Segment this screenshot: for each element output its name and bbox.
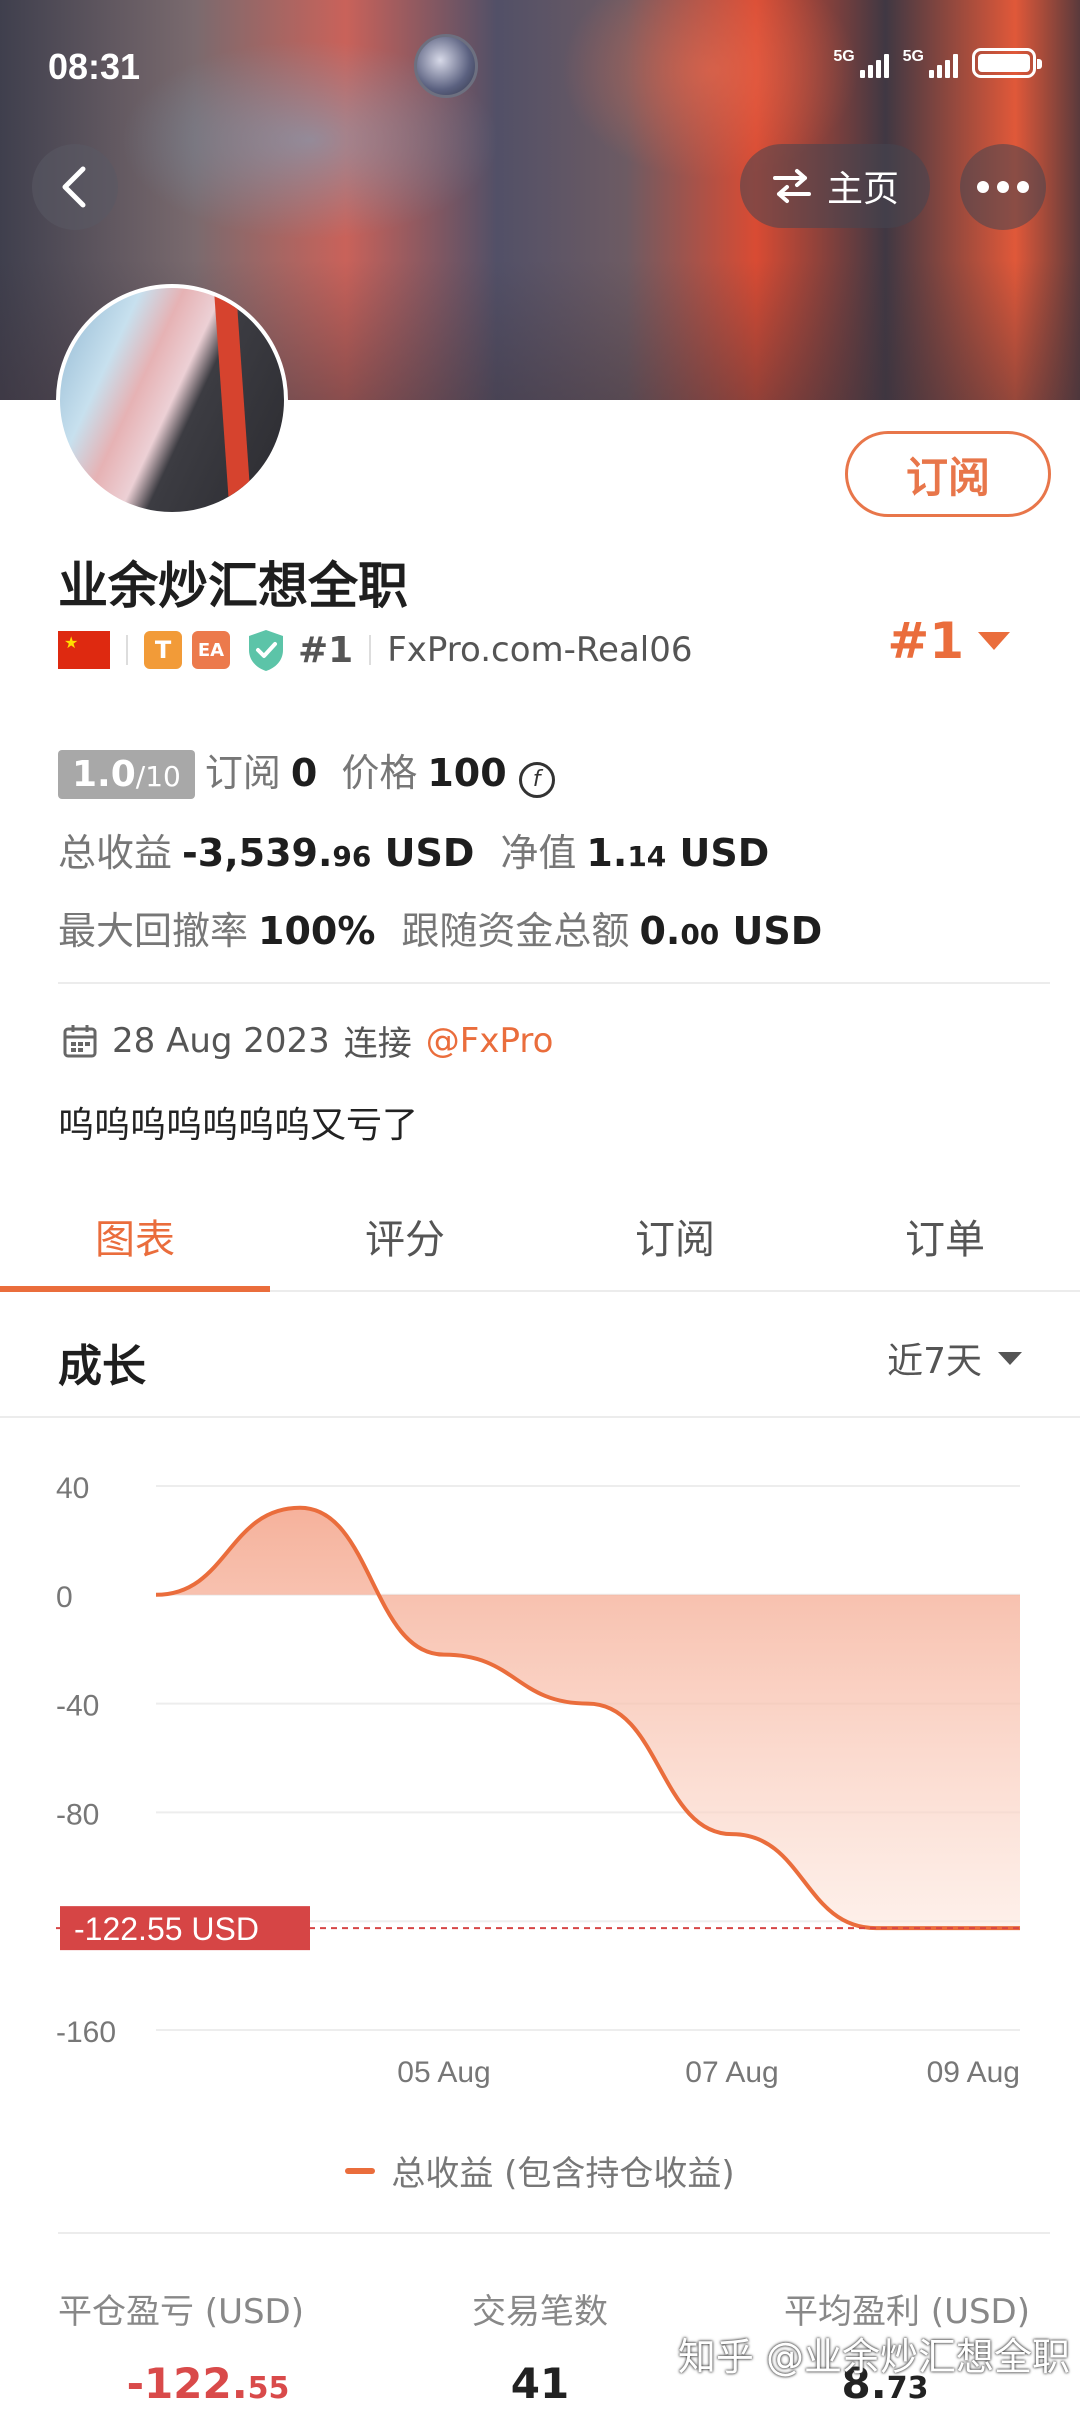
x-tick-label: 05 Aug xyxy=(397,2056,490,2089)
y-tick-label: 40 xyxy=(56,1472,89,1505)
chart-svg: 40 0 -40 -80 -160 -122.55 USD 05 Aug 07 Aug 09 A… xyxy=(56,1472,1021,2089)
signal-label: 5G xyxy=(833,48,855,65)
subscribe-button[interactable]: 订阅 xyxy=(845,431,1051,517)
summary-value: -122.55 xyxy=(126,2359,290,2408)
section-title: 成长 xyxy=(58,1341,146,1392)
connect-date: 28 Aug 2023 xyxy=(112,1020,330,1061)
price-label: 价格 xyxy=(341,751,418,795)
follow-funds-value: 0.00 USD xyxy=(639,909,823,953)
status-avatar-icon xyxy=(414,34,478,98)
calendar-icon xyxy=(63,1024,97,1057)
divider xyxy=(58,982,1050,984)
connect-label: 连接 xyxy=(343,1024,412,1064)
back-button[interactable] xyxy=(32,144,118,230)
home-label: 主页 xyxy=(826,169,899,210)
divider xyxy=(58,2232,1050,2234)
ea-badge: EA xyxy=(192,631,230,669)
swap-icon xyxy=(772,169,811,203)
price-value: 100 xyxy=(427,751,507,795)
y-tick-label: -160 xyxy=(56,2016,116,2049)
rank-dropdown[interactable]: #1 xyxy=(887,612,1010,670)
legend-label: 总收益 (包含持仓收益) xyxy=(391,2154,735,2194)
user-bio: 呜呜呜呜呜呜呜又亏了 xyxy=(58,1105,419,1146)
stats-row-2: 总收益 -3,539.96 USD 净值 1.14 USD xyxy=(58,822,769,877)
subscribers-value: 0 xyxy=(290,751,318,795)
more-dots-icon xyxy=(977,181,989,193)
legend-swatch xyxy=(345,2167,376,2174)
summary-label: 平仓盈亏 (USD) xyxy=(58,2292,304,2332)
summary-closed-pnl: 平仓盈亏 (USD) -122.55 xyxy=(58,2284,358,2408)
equity-label: 净值 xyxy=(500,831,577,875)
chevron-left-icon xyxy=(62,166,86,208)
signal-icon-2: 5G xyxy=(903,48,958,78)
stats-row-1: 1.0/10 订阅 0 价格 100 f xyxy=(58,742,555,799)
subscribers-label: 订阅 xyxy=(204,751,281,795)
equity-value: 1.14 USD xyxy=(586,831,770,875)
series-area xyxy=(156,1507,1020,1929)
more-button[interactable] xyxy=(960,144,1046,230)
rank-value: #1 xyxy=(887,612,964,670)
tab-rating[interactable]: 评分 xyxy=(270,1182,540,1290)
signal-icon: 5G xyxy=(833,48,889,78)
period-selector[interactable]: 近7天 xyxy=(887,1332,1022,1384)
stats-row-3: 最大回撤率 100% 跟随资金总额 0.00 USD xyxy=(58,900,822,955)
server-name: FxPro.com-Real06 xyxy=(387,630,693,670)
connect-row: 28 Aug 2023 连接 @FxPro xyxy=(62,1016,553,1065)
current-value-label: -122.55 USD xyxy=(74,1911,259,1947)
x-tick-label: 07 Aug xyxy=(685,2056,778,2089)
caret-down-icon xyxy=(998,1351,1022,1365)
tab-subscribe[interactable]: 订阅 xyxy=(540,1182,810,1290)
trader-badge: T xyxy=(144,631,182,669)
summary-trade-count: 交易笔数 41 xyxy=(430,2284,650,2408)
max-drawdown-value: 100% xyxy=(258,909,376,953)
y-tick-label: 0 xyxy=(56,1581,73,1614)
growth-chart: 40 0 -40 -80 -160 -122.55 USD 05 Aug 07 Aug 09 A… xyxy=(0,1440,1080,2100)
max-drawdown-label: 最大回撤率 xyxy=(58,909,249,953)
y-tick-label: -40 xyxy=(56,1690,99,1723)
summary-label: 交易笔数 xyxy=(472,2292,608,2332)
tab-chart[interactable]: 图表 xyxy=(0,1182,270,1292)
score-badge: 1.0/10 xyxy=(58,750,195,799)
growth-section-header: 成长 近7天 xyxy=(0,1292,1080,1418)
signal-label-2: 5G xyxy=(902,48,924,65)
period-label: 近7天 xyxy=(887,1341,982,1382)
follow-funds-label: 跟随资金总额 xyxy=(401,909,630,953)
home-button[interactable]: 主页 xyxy=(740,144,930,228)
broker-link[interactable]: @FxPro xyxy=(426,1021,554,1061)
status-indicators: 5G 5G xyxy=(833,48,1042,78)
total-profit-value: -3,539.96 USD xyxy=(182,831,475,875)
y-tick-label: -80 xyxy=(56,1798,99,1831)
user-name: 业余炒汇想全职 xyxy=(58,557,408,615)
total-profit-label: 总收益 xyxy=(58,831,173,875)
x-tick-label: 09 Aug xyxy=(927,2056,1020,2089)
user-avatar[interactable] xyxy=(56,284,288,516)
battery-icon xyxy=(972,48,1042,78)
shield-check-icon xyxy=(249,630,283,671)
summary-value: 41 xyxy=(510,2359,570,2408)
caret-down-icon xyxy=(978,632,1010,650)
china-flag-icon xyxy=(58,631,110,669)
tab-bar: 图表 评分 订阅 订单 xyxy=(0,1182,1080,1292)
badge-row: T EA #1 FxPro.com-Real06 xyxy=(58,624,693,676)
tab-orders[interactable]: 订单 xyxy=(810,1182,1080,1290)
watermark: 知乎 @业余炒汇想全职 xyxy=(677,2335,1070,2379)
coin-icon: f xyxy=(518,761,555,798)
rank-badge: #1 xyxy=(298,629,354,671)
status-time: 08:31 xyxy=(48,46,141,87)
chart-legend: 总收益 (包含持仓收益) xyxy=(0,2146,1080,2195)
